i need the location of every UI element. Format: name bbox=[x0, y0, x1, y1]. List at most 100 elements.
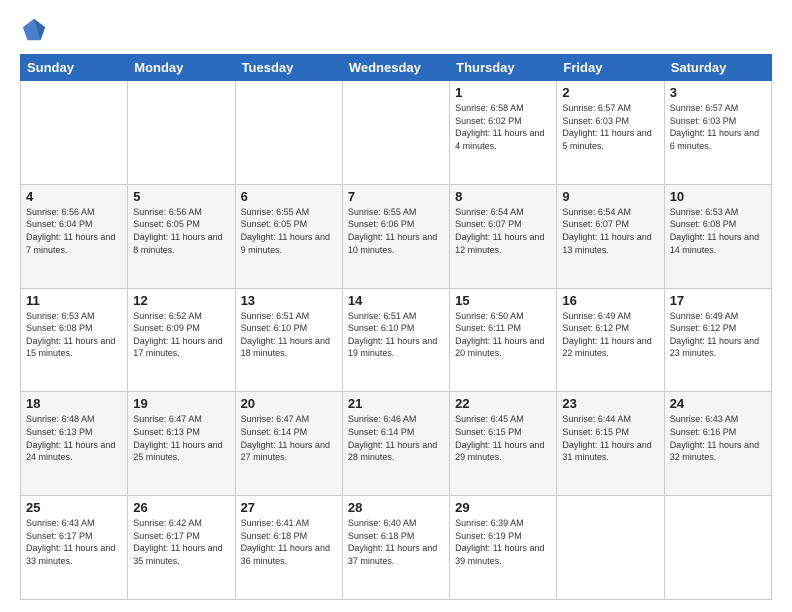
day-info: Sunrise: 6:56 AM Sunset: 6:05 PM Dayligh… bbox=[133, 206, 229, 256]
day-number: 12 bbox=[133, 293, 229, 308]
day-number: 28 bbox=[348, 500, 444, 515]
calendar-cell: 23 Sunrise: 6:44 AM Sunset: 6:15 PM Dayli… bbox=[557, 392, 664, 496]
day-info: Sunrise: 6:53 AM Sunset: 6:08 PM Dayligh… bbox=[670, 206, 766, 256]
header bbox=[20, 16, 772, 44]
calendar-cell: 9 Sunrise: 6:54 AM Sunset: 6:07 PM Daylig… bbox=[557, 184, 664, 288]
calendar-cell: 13 Sunrise: 6:51 AM Sunset: 6:10 PM Dayli… bbox=[235, 288, 342, 392]
day-number: 25 bbox=[26, 500, 122, 515]
calendar-cell: 21 Sunrise: 6:46 AM Sunset: 6:14 PM Dayli… bbox=[342, 392, 449, 496]
calendar-table: SundayMondayTuesdayWednesdayThursdayFrid… bbox=[20, 54, 772, 600]
day-info: Sunrise: 6:51 AM Sunset: 6:10 PM Dayligh… bbox=[348, 310, 444, 360]
calendar-cell: 28 Sunrise: 6:40 AM Sunset: 6:18 PM Dayli… bbox=[342, 496, 449, 600]
weekday-tuesday: Tuesday bbox=[235, 55, 342, 81]
weekday-thursday: Thursday bbox=[450, 55, 557, 81]
day-info: Sunrise: 6:58 AM Sunset: 6:02 PM Dayligh… bbox=[455, 102, 551, 152]
calendar-cell: 12 Sunrise: 6:52 AM Sunset: 6:09 PM Dayli… bbox=[128, 288, 235, 392]
calendar-cell: 4 Sunrise: 6:56 AM Sunset: 6:04 PM Daylig… bbox=[21, 184, 128, 288]
day-number: 4 bbox=[26, 189, 122, 204]
weekday-friday: Friday bbox=[557, 55, 664, 81]
day-info: Sunrise: 6:53 AM Sunset: 6:08 PM Dayligh… bbox=[26, 310, 122, 360]
calendar-cell: 2 Sunrise: 6:57 AM Sunset: 6:03 PM Daylig… bbox=[557, 81, 664, 185]
day-info: Sunrise: 6:41 AM Sunset: 6:18 PM Dayligh… bbox=[241, 517, 337, 567]
calendar-cell: 1 Sunrise: 6:58 AM Sunset: 6:02 PM Daylig… bbox=[450, 81, 557, 185]
calendar-cell: 16 Sunrise: 6:49 AM Sunset: 6:12 PM Dayli… bbox=[557, 288, 664, 392]
day-info: Sunrise: 6:54 AM Sunset: 6:07 PM Dayligh… bbox=[455, 206, 551, 256]
day-number: 15 bbox=[455, 293, 551, 308]
day-number: 17 bbox=[670, 293, 766, 308]
day-number: 1 bbox=[455, 85, 551, 100]
day-number: 2 bbox=[562, 85, 658, 100]
calendar-cell: 17 Sunrise: 6:49 AM Sunset: 6:12 PM Dayli… bbox=[664, 288, 771, 392]
day-info: Sunrise: 6:48 AM Sunset: 6:13 PM Dayligh… bbox=[26, 413, 122, 463]
day-info: Sunrise: 6:57 AM Sunset: 6:03 PM Dayligh… bbox=[670, 102, 766, 152]
day-number: 5 bbox=[133, 189, 229, 204]
calendar-cell: 22 Sunrise: 6:45 AM Sunset: 6:15 PM Dayli… bbox=[450, 392, 557, 496]
logo-icon bbox=[20, 16, 48, 44]
day-number: 24 bbox=[670, 396, 766, 411]
day-number: 11 bbox=[26, 293, 122, 308]
day-number: 21 bbox=[348, 396, 444, 411]
day-info: Sunrise: 6:49 AM Sunset: 6:12 PM Dayligh… bbox=[670, 310, 766, 360]
day-number: 22 bbox=[455, 396, 551, 411]
calendar-cell bbox=[128, 81, 235, 185]
day-number: 20 bbox=[241, 396, 337, 411]
calendar-cell bbox=[664, 496, 771, 600]
week-row-0: 1 Sunrise: 6:58 AM Sunset: 6:02 PM Daylig… bbox=[21, 81, 772, 185]
calendar-cell: 11 Sunrise: 6:53 AM Sunset: 6:08 PM Dayli… bbox=[21, 288, 128, 392]
day-number: 16 bbox=[562, 293, 658, 308]
calendar-cell: 14Sunrise: 6:51 AM Sunset: 6:10 PM Dayli… bbox=[342, 288, 449, 392]
day-number: 3 bbox=[670, 85, 766, 100]
day-info: Sunrise: 6:54 AM Sunset: 6:07 PM Dayligh… bbox=[562, 206, 658, 256]
day-info: Sunrise: 6:40 AM Sunset: 6:18 PM Dayligh… bbox=[348, 517, 444, 567]
calendar-cell: 25 Sunrise: 6:43 AM Sunset: 6:17 PM Dayli… bbox=[21, 496, 128, 600]
day-info: Sunrise: 6:55 AM Sunset: 6:05 PM Dayligh… bbox=[241, 206, 337, 256]
day-info: Sunrise: 6:47 AM Sunset: 6:14 PM Dayligh… bbox=[241, 413, 337, 463]
calendar-cell: 15 Sunrise: 6:50 AM Sunset: 6:11 PM Dayli… bbox=[450, 288, 557, 392]
weekday-sunday: Sunday bbox=[21, 55, 128, 81]
day-number: 8 bbox=[455, 189, 551, 204]
calendar-cell: 18 Sunrise: 6:48 AM Sunset: 6:13 PM Dayli… bbox=[21, 392, 128, 496]
calendar-cell: 10 Sunrise: 6:53 AM Sunset: 6:08 PM Dayli… bbox=[664, 184, 771, 288]
calendar-cell: 7Sunrise: 6:55 AM Sunset: 6:06 PM Daylig… bbox=[342, 184, 449, 288]
weekday-saturday: Saturday bbox=[664, 55, 771, 81]
day-info: Sunrise: 6:46 AM Sunset: 6:14 PM Dayligh… bbox=[348, 413, 444, 463]
calendar-cell: 27Sunrise: 6:41 AM Sunset: 6:18 PM Dayli… bbox=[235, 496, 342, 600]
day-info: Sunrise: 6:50 AM Sunset: 6:11 PM Dayligh… bbox=[455, 310, 551, 360]
day-info: Sunrise: 6:44 AM Sunset: 6:15 PM Dayligh… bbox=[562, 413, 658, 463]
weekday-monday: Monday bbox=[128, 55, 235, 81]
weekday-header-row: SundayMondayTuesdayWednesdayThursdayFrid… bbox=[21, 55, 772, 81]
week-row-1: 4 Sunrise: 6:56 AM Sunset: 6:04 PM Daylig… bbox=[21, 184, 772, 288]
day-number: 10 bbox=[670, 189, 766, 204]
day-info: Sunrise: 6:57 AM Sunset: 6:03 PM Dayligh… bbox=[562, 102, 658, 152]
calendar-cell: 26 Sunrise: 6:42 AM Sunset: 6:17 PM Dayli… bbox=[128, 496, 235, 600]
calendar-cell: 19 Sunrise: 6:47 AM Sunset: 6:13 PM Dayli… bbox=[128, 392, 235, 496]
week-row-2: 11 Sunrise: 6:53 AM Sunset: 6:08 PM Dayli… bbox=[21, 288, 772, 392]
calendar-cell: 8 Sunrise: 6:54 AM Sunset: 6:07 PM Daylig… bbox=[450, 184, 557, 288]
day-number: 7 bbox=[348, 189, 444, 204]
day-number: 13 bbox=[241, 293, 337, 308]
calendar-cell bbox=[235, 81, 342, 185]
weekday-wednesday: Wednesday bbox=[342, 55, 449, 81]
day-info: Sunrise: 6:47 AM Sunset: 6:13 PM Dayligh… bbox=[133, 413, 229, 463]
calendar-cell: 3 Sunrise: 6:57 AM Sunset: 6:03 PM Daylig… bbox=[664, 81, 771, 185]
day-info: Sunrise: 6:56 AM Sunset: 6:04 PM Dayligh… bbox=[26, 206, 122, 256]
day-number: 23 bbox=[562, 396, 658, 411]
day-info: Sunrise: 6:52 AM Sunset: 6:09 PM Dayligh… bbox=[133, 310, 229, 360]
day-number: 19 bbox=[133, 396, 229, 411]
day-number: 26 bbox=[133, 500, 229, 515]
day-number: 9 bbox=[562, 189, 658, 204]
day-info: Sunrise: 6:51 AM Sunset: 6:10 PM Dayligh… bbox=[241, 310, 337, 360]
week-row-4: 25 Sunrise: 6:43 AM Sunset: 6:17 PM Dayli… bbox=[21, 496, 772, 600]
week-row-3: 18 Sunrise: 6:48 AM Sunset: 6:13 PM Dayli… bbox=[21, 392, 772, 496]
calendar-cell: 24Sunrise: 6:43 AM Sunset: 6:16 PM Dayli… bbox=[664, 392, 771, 496]
calendar-cell bbox=[342, 81, 449, 185]
day-number: 18 bbox=[26, 396, 122, 411]
calendar-cell bbox=[21, 81, 128, 185]
calendar-cell: 20 Sunrise: 6:47 AM Sunset: 6:14 PM Dayli… bbox=[235, 392, 342, 496]
day-info: Sunrise: 6:45 AM Sunset: 6:15 PM Dayligh… bbox=[455, 413, 551, 463]
day-info: Sunrise: 6:42 AM Sunset: 6:17 PM Dayligh… bbox=[133, 517, 229, 567]
day-number: 29 bbox=[455, 500, 551, 515]
day-number: 6 bbox=[241, 189, 337, 204]
day-info: Sunrise: 6:49 AM Sunset: 6:12 PM Dayligh… bbox=[562, 310, 658, 360]
day-info: Sunrise: 6:43 AM Sunset: 6:17 PM Dayligh… bbox=[26, 517, 122, 567]
